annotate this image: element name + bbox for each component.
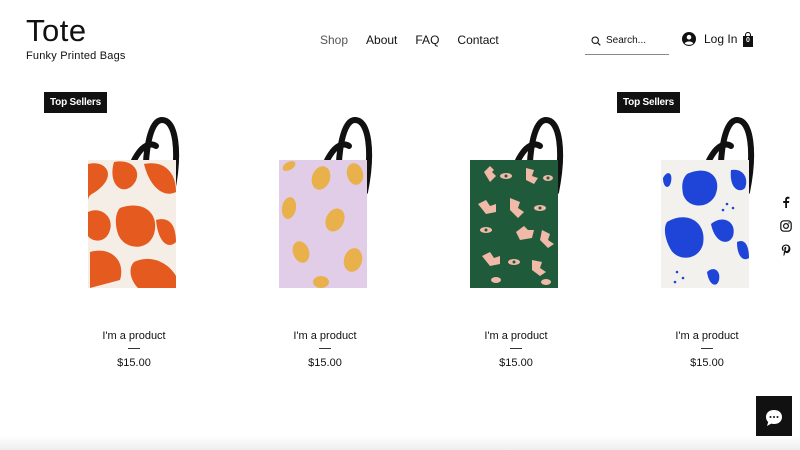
logo-tagline: Funky Printed Bags xyxy=(26,50,126,62)
divider xyxy=(701,348,713,349)
product-image[interactable] xyxy=(466,112,566,292)
product-price: $15.00 xyxy=(690,357,724,369)
logo[interactable]: Tote Funky Printed Bags xyxy=(26,14,126,63)
cart-count: 0 xyxy=(746,37,750,44)
logo-title[interactable]: Tote xyxy=(26,14,126,48)
instagram-icon[interactable] xyxy=(779,219,793,233)
product-name[interactable]: I'm a product xyxy=(617,330,797,342)
nav-item-shop[interactable]: Shop xyxy=(320,33,348,47)
pinterest-icon[interactable] xyxy=(779,243,793,257)
divider xyxy=(128,348,140,349)
product-card[interactable]: I'm a product $15.00 xyxy=(426,92,606,382)
product-card[interactable]: Top Sellers I'm a product $15.00 xyxy=(617,92,797,382)
product-name[interactable]: I'm a product xyxy=(44,330,224,342)
product-card[interactable]: Top Sellers I'm a product $15.00 xyxy=(44,92,224,382)
divider xyxy=(510,348,522,349)
user-icon xyxy=(682,32,696,46)
product-name[interactable]: I'm a product xyxy=(426,330,606,342)
chat-button[interactable] xyxy=(756,396,792,440)
product-image[interactable] xyxy=(657,112,757,292)
nav-item-faq[interactable]: FAQ xyxy=(415,33,439,47)
top-sellers-badge: Top Sellers xyxy=(617,92,680,113)
search-input[interactable] xyxy=(606,35,666,46)
facebook-icon[interactable] xyxy=(779,195,793,209)
divider xyxy=(319,348,331,349)
cart-button[interactable]: 0 xyxy=(742,31,754,48)
nav-item-contact[interactable]: Contact xyxy=(457,33,498,47)
product-price: $15.00 xyxy=(499,357,533,369)
search-bar[interactable] xyxy=(585,27,669,55)
product-image[interactable] xyxy=(275,112,375,292)
page-bottom-edge xyxy=(0,436,800,450)
nav-item-about[interactable]: About xyxy=(366,33,397,47)
main-nav: Shop About FAQ Contact xyxy=(320,33,517,47)
product-image[interactable] xyxy=(84,112,184,292)
product-price: $15.00 xyxy=(117,357,151,369)
chat-icon xyxy=(766,410,782,426)
search-icon xyxy=(591,35,601,46)
login-button[interactable]: Log In xyxy=(682,32,737,46)
product-card[interactable]: I'm a product $15.00 xyxy=(235,92,415,382)
product-price: $15.00 xyxy=(308,357,342,369)
product-name[interactable]: I'm a product xyxy=(235,330,415,342)
top-sellers-badge: Top Sellers xyxy=(44,92,107,113)
login-label: Log In xyxy=(704,32,738,46)
